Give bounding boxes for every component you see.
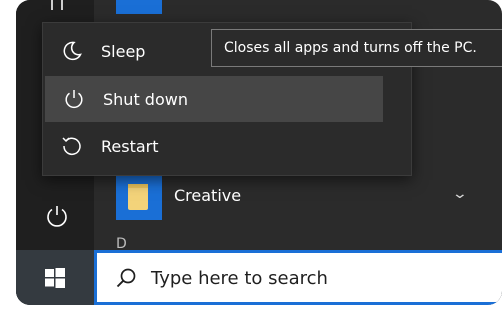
menu-icon[interactable]: [51, 0, 63, 10]
start-button[interactable]: [16, 250, 94, 305]
windows-logo-icon: [45, 267, 65, 288]
chevron-down-icon[interactable]: ⌄: [452, 186, 468, 202]
menu-item-restart[interactable]: Restart: [43, 123, 411, 169]
search-box[interactable]: Type here to search: [94, 250, 502, 305]
folder-icon: [128, 184, 148, 210]
power-icon: [65, 90, 83, 109]
restart-icon: [62, 137, 81, 155]
menu-item-label: Shut down: [103, 89, 188, 109]
moon-icon: [63, 41, 82, 61]
power-icon[interactable]: [44, 203, 70, 229]
menu-item-label: Sleep: [101, 41, 146, 61]
app-tile: [116, 174, 162, 220]
menu-item-label: Restart: [101, 136, 159, 156]
app-tile[interactable]: [116, 0, 162, 14]
start-menu-window: Creative ⌄ D Sleep Shut down Restart Clo…: [16, 0, 502, 305]
tooltip: Closes all apps and turns off the PC.: [211, 29, 502, 67]
taskbar: Type here to search: [16, 250, 502, 305]
app-list-item[interactable]: Creative ⌄: [94, 174, 502, 220]
search-input[interactable]: Type here to search: [151, 268, 328, 289]
menu-item-shut-down[interactable]: Shut down: [45, 76, 383, 122]
app-label: Creative: [174, 186, 242, 205]
search-icon: [116, 268, 136, 288]
